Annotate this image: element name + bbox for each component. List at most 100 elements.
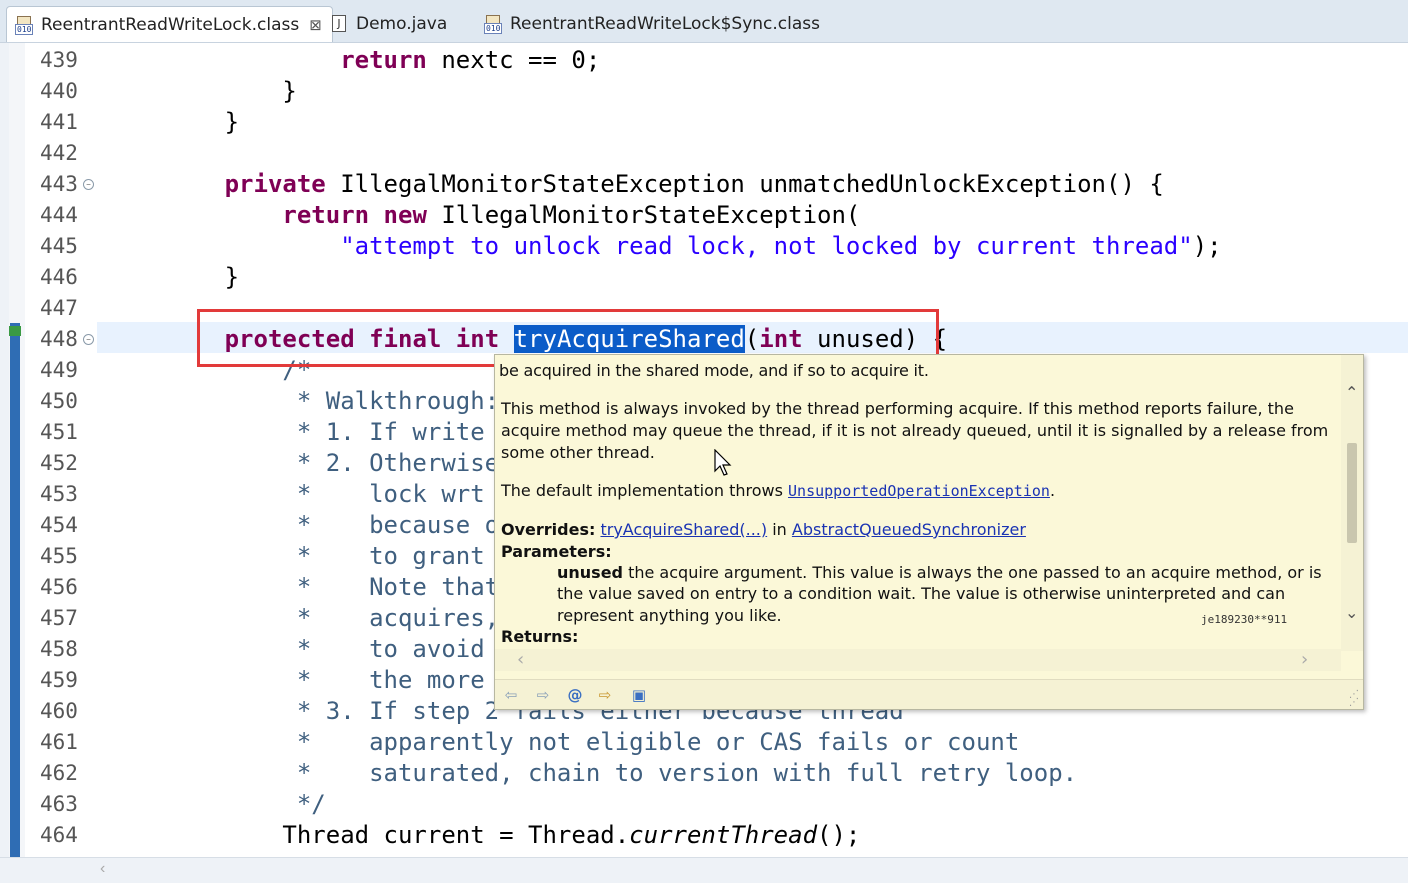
range-indicator: [10, 323, 20, 857]
editor-tab-bar: 010 ReentrantReadWriteLock.class ⊠ J Dem…: [0, 0, 1408, 43]
editor-left-margin: [0, 43, 9, 857]
scroll-left-icon[interactable]: ‹: [100, 860, 105, 878]
code-token: }: [109, 108, 240, 136]
hover-paragraph-line: acquire method may queue the thread, if …: [501, 421, 1329, 440]
code-token: * Walkthrough:: [109, 387, 500, 415]
param-description: unused the acquire argument. This value …: [557, 562, 1322, 584]
code-token: * 2. Otherwise,: [109, 449, 514, 477]
fold-toggle-icon[interactable]: −: [83, 334, 94, 345]
hover-overrides: Overrides: tryAcquireShared(...) in Abst…: [501, 519, 1026, 541]
code-token: * saturated, chain to version with full …: [109, 759, 1078, 787]
code-line[interactable]: * Note that: [109, 572, 499, 603]
overridden-method-link[interactable]: tryAcquireShared(...): [600, 520, 767, 539]
tab-reentrantreadwritelock-sync-class[interactable]: 010 ReentrantReadWriteLock$Sync.class: [484, 6, 820, 42]
code-line[interactable]: Thread current = Thread.currentThread();: [109, 820, 860, 851]
code-token: nextc == 0;: [426, 46, 601, 74]
resize-grip-icon[interactable]: ⋰ ⋰: [1349, 690, 1359, 708]
line-number: 464: [40, 823, 78, 847]
vertical-ruler: [9, 43, 25, 857]
hover-text: .: [1049, 481, 1056, 500]
close-icon[interactable]: ⊠: [309, 16, 322, 34]
forward-icon[interactable]: ⇨: [533, 685, 553, 705]
code-token: * to grant b: [109, 542, 514, 570]
code-line[interactable]: * saturated, chain to version with full …: [109, 758, 1077, 789]
line-number: 446: [40, 265, 78, 289]
code-line[interactable]: * acquires,: [109, 603, 499, 634]
back-icon[interactable]: ⇦: [501, 685, 521, 705]
javadoc-at-icon[interactable]: @: [565, 685, 585, 705]
code-token: * because of: [109, 511, 514, 539]
parameters-label: Parameters:: [501, 542, 612, 561]
code-line[interactable]: * 1. If write l: [109, 417, 514, 448]
code-line[interactable]: * to avoid h: [109, 634, 514, 665]
code-token: currentThread: [629, 821, 818, 849]
code-token: * 1. If write l: [109, 418, 514, 446]
line-number: 442: [40, 141, 78, 165]
line-number: 450: [40, 389, 78, 413]
code-line[interactable]: * the more t: [109, 665, 514, 696]
line-number: 455: [40, 544, 78, 568]
code-line[interactable]: }: [109, 76, 297, 107]
fold-toggle-icon[interactable]: −: [83, 179, 94, 190]
code-token: */: [109, 790, 326, 818]
line-number: 454: [40, 513, 78, 537]
hover-cut-line: be acquired in the shared mode, and if s…: [499, 361, 929, 380]
line-number: 456: [40, 575, 78, 599]
current-line-marker-icon: [9, 326, 21, 336]
code-line[interactable]: * apparently not eligible or CAS fails o…: [109, 727, 1019, 758]
param-name: unused: [557, 563, 623, 582]
watermark: je189230**911: [1201, 613, 1288, 626]
param-description: represent anything you like.: [557, 606, 782, 625]
java-file-icon: J: [330, 14, 350, 34]
overrides-label: Overrides:: [501, 520, 596, 539]
line-number: 451: [40, 420, 78, 444]
line-number: 441: [40, 110, 78, 134]
tab-reentrantreadwritelock-class[interactable]: 010 ReentrantReadWriteLock.class ⊠: [6, 6, 333, 42]
code-line[interactable]: private IllegalMonitorStateException unm…: [109, 169, 1164, 200]
code-line[interactable]: return nextc == 0;: [109, 45, 600, 76]
class-file-icon: 010: [15, 15, 35, 35]
scrollbar-thumb[interactable]: [1347, 443, 1357, 543]
code-line[interactable]: */: [109, 789, 326, 820]
open-external-browser-icon[interactable]: ▣: [629, 685, 649, 705]
code-line[interactable]: "attempt to unlock read lock, not locked…: [109, 231, 1221, 262]
code-line[interactable]: * 2. Otherwise,: [109, 448, 514, 479]
tab-label: ReentrantReadWriteLock.class: [41, 14, 300, 35]
code-token: return: [340, 46, 427, 74]
code-line[interactable]: return new IllegalMonitorStateException(: [109, 200, 860, 231]
line-number: 461: [40, 730, 78, 754]
line-number: 460: [40, 699, 78, 723]
scroll-left-icon[interactable]: ‹: [517, 649, 524, 670]
code-line[interactable]: }: [109, 262, 239, 293]
open-declaration-icon[interactable]: ⇨: [595, 685, 615, 705]
tab-demo-java[interactable]: J Demo.java: [330, 6, 447, 42]
code-line[interactable]: * lock wrt s: [109, 479, 514, 510]
scroll-right-icon[interactable]: ›: [1301, 649, 1308, 670]
line-number: 458: [40, 637, 78, 661]
editor-horizontal-scrollbar[interactable]: ‹: [0, 857, 1408, 883]
code-line[interactable]: * Walkthrough:: [109, 386, 499, 417]
code-token: * acquires,: [109, 604, 500, 632]
code-line[interactable]: }: [109, 107, 239, 138]
unsupported-operation-exception-link[interactable]: UnsupportedOperationException: [788, 482, 1050, 500]
hover-text: The default implementation throws: [501, 481, 789, 500]
scroll-up-icon[interactable]: ⌃: [1345, 383, 1358, 402]
line-number: 457: [40, 606, 78, 630]
code-token: "attempt to unlock read lock, not locked…: [340, 232, 1193, 260]
class-file-icon: 010: [484, 14, 504, 34]
line-number: 448: [40, 327, 78, 351]
aqs-class-link[interactable]: AbstractQueuedSynchronizer: [792, 520, 1026, 539]
line-number: 462: [40, 761, 78, 785]
code-line[interactable]: * because of: [109, 510, 514, 541]
code-token: private: [224, 170, 326, 198]
hover-vertical-scrollbar[interactable]: ⌃ ⌄: [1341, 355, 1363, 651]
code-token: }: [109, 77, 297, 105]
hover-horizontal-scrollbar[interactable]: ‹ ›: [495, 649, 1341, 671]
code-line[interactable]: * to grant b: [109, 541, 514, 572]
javadoc-hover-popup[interactable]: be acquired in the shared mode, and if s…: [494, 354, 1364, 710]
scroll-down-icon[interactable]: ⌄: [1345, 603, 1358, 622]
code-token: * Note that: [109, 573, 500, 601]
